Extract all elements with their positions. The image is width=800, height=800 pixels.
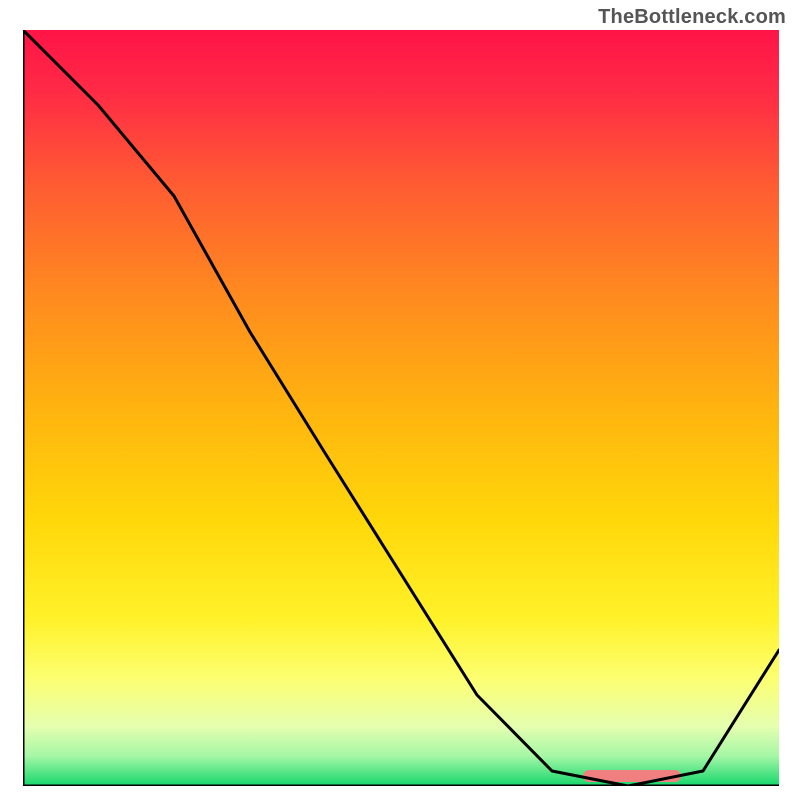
- chart-plot: [23, 30, 779, 786]
- chart-container: TheBottleneck.com: [0, 0, 800, 800]
- gradient-fill: [23, 30, 779, 786]
- watermark-text: TheBottleneck.com: [598, 6, 786, 29]
- chart-svg: [23, 30, 779, 786]
